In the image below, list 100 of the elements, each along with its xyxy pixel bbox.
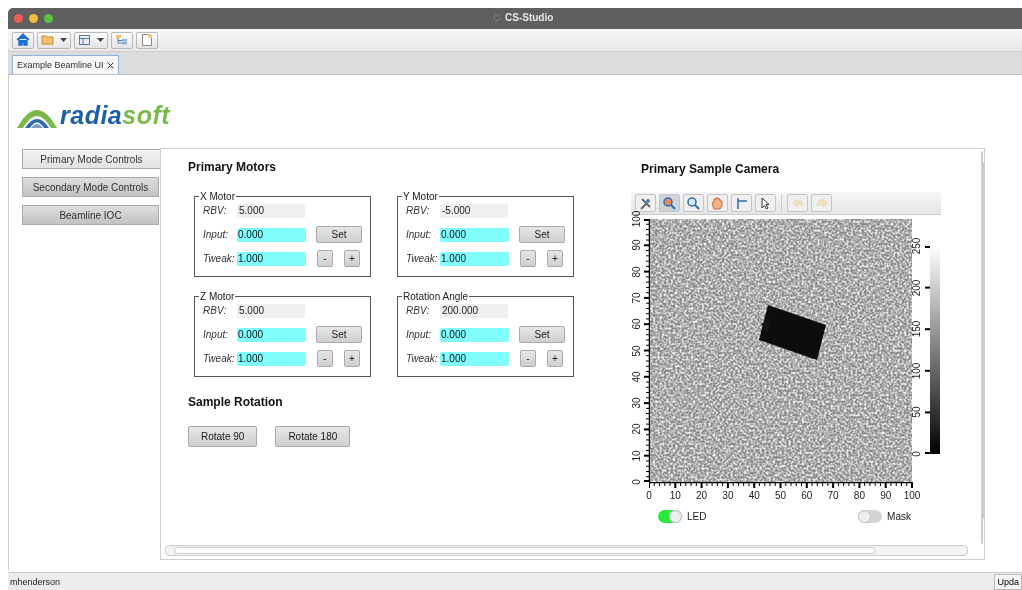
step-button[interactable]: +: [344, 250, 360, 267]
tools-button[interactable]: [635, 194, 656, 212]
axis-tick-label: 100: [632, 210, 642, 228]
folder-icon: [41, 33, 55, 47]
field-label: Input:: [203, 229, 230, 240]
input-field[interactable]: 0.000: [440, 327, 509, 342]
section-heading: Primary Sample Camera: [640, 162, 781, 176]
field-label: Input:: [406, 329, 433, 340]
axis-tick-label: 40: [748, 490, 760, 501]
user-name: mhenderson: [10, 576, 61, 587]
step-button[interactable]: +: [344, 350, 360, 367]
field-label: RBV:: [406, 305, 431, 316]
step-button[interactable]: -: [520, 350, 536, 367]
input-field[interactable]: 0.000: [440, 227, 509, 242]
zoom-in-button[interactable]: [659, 194, 680, 212]
field-label: RBV:: [406, 205, 431, 216]
colorbar-tick-label: 100: [912, 362, 922, 380]
home-icon: [16, 33, 30, 47]
colorbar-tick-label: 150: [912, 320, 922, 338]
step-button[interactable]: +: [547, 350, 563, 367]
input-field[interactable]: 1.000: [237, 351, 306, 366]
set-button[interactable]: Set: [316, 226, 362, 243]
toggle-switch[interactable]: [858, 510, 883, 523]
axis-tick-label: 60: [801, 490, 813, 501]
zoom-in-icon: [662, 195, 677, 211]
horizontal-scrollbar[interactable]: [165, 545, 968, 556]
field-label: RBV:: [203, 205, 228, 216]
logo-text: radiasoft: [60, 102, 171, 128]
toggle-switch[interactable]: [658, 510, 682, 523]
axis-tick-label: 20: [632, 423, 642, 435]
home-button[interactable]: [12, 31, 34, 49]
input-field[interactable]: 1.000: [237, 251, 306, 266]
axis-tick-label: 30: [632, 397, 642, 409]
group-title: Z Motor: [199, 291, 236, 302]
field-label: Tweak:: [203, 253, 236, 264]
axis-tick-label: 70: [827, 490, 839, 501]
caret-icon: [60, 38, 67, 42]
axis-tick-label: 0: [646, 490, 652, 501]
axis-tick-label: 50: [774, 490, 787, 501]
group-title: Rotation Angle: [402, 291, 470, 302]
readback-field: -5.000: [440, 203, 508, 218]
step-button[interactable]: -: [520, 250, 536, 267]
layout-button[interactable]: [74, 31, 108, 49]
tree-button[interactable]: [111, 31, 133, 49]
zoom-button[interactable]: [44, 14, 53, 23]
group-title: Y Motor: [402, 191, 439, 202]
section-heading: Primary Motors: [188, 160, 278, 174]
axis-tick-label: 10: [632, 450, 642, 462]
caret-icon: [97, 38, 104, 42]
axis-tick-label: 80: [853, 490, 865, 501]
open-button[interactable]: [37, 31, 71, 49]
pointer-button[interactable]: [755, 194, 776, 212]
tree-icon: [115, 33, 129, 47]
field-label: Tweak:: [203, 353, 236, 364]
axis-tick-label: 60: [632, 318, 642, 330]
axis-tick-label: 20: [696, 490, 708, 501]
readback-field: 200.000: [440, 303, 508, 318]
minimize-button[interactable]: [29, 14, 38, 23]
field-label: Tweak:: [406, 353, 439, 364]
update-button[interactable]: Upda: [994, 573, 1022, 590]
axis-tick-label: 50: [632, 344, 642, 357]
axis-tick-label: 70: [632, 292, 642, 304]
colorbar-tick-label: 250: [912, 237, 922, 255]
step-button[interactable]: -: [317, 250, 333, 267]
zoom-out-icon: [686, 195, 701, 211]
axis-tick-label: 10: [669, 490, 681, 501]
step-button[interactable]: -: [317, 350, 333, 367]
crosshair-icon: [734, 195, 749, 211]
input-field[interactable]: 1.000: [440, 251, 509, 266]
field-label: Input:: [203, 329, 230, 340]
zoom-out-button[interactable]: [683, 194, 704, 212]
toggle-label: Mask: [887, 511, 911, 522]
axis-tick-label: 30: [722, 490, 734, 501]
pan-button[interactable]: [707, 194, 728, 212]
axis-tick-label: 90: [880, 490, 892, 501]
set-button[interactable]: Set: [519, 226, 565, 243]
axis-tick-label: 90: [632, 239, 642, 251]
step-button[interactable]: +: [547, 250, 563, 267]
field-label: Input:: [406, 229, 433, 240]
input-field[interactable]: 0.000: [237, 327, 306, 342]
sidebar-tab[interactable]: Primary Mode Controls: [22, 149, 161, 169]
document-tab[interactable]: Example Beamline UI: [12, 55, 119, 74]
colorbar-tick-label: 0: [912, 451, 922, 457]
sidebar-tab[interactable]: Beamline IOC: [22, 205, 159, 225]
field-label: RBV:: [203, 305, 228, 316]
colorbar-tick-label: 50: [912, 406, 922, 418]
layout-icon: [78, 33, 92, 47]
new-file-button[interactable]: [136, 31, 158, 49]
input-field[interactable]: 0.000: [237, 227, 306, 242]
rotate-button[interactable]: Rotate 180: [275, 426, 351, 447]
readback-field: 5.000: [237, 203, 305, 218]
sidebar-tab[interactable]: Secondary Mode Controls: [22, 177, 159, 197]
close-button[interactable]: [14, 14, 23, 23]
axis-tick-label: 40: [632, 371, 642, 383]
rotate-button[interactable]: Rotate 90: [188, 426, 258, 447]
input-field[interactable]: 1.000: [440, 351, 509, 366]
set-button[interactable]: Set: [316, 326, 362, 343]
vertical-scrollbar[interactable]: [981, 151, 983, 544]
axis-tick-label: 80: [632, 266, 642, 278]
set-button[interactable]: Set: [519, 326, 565, 343]
